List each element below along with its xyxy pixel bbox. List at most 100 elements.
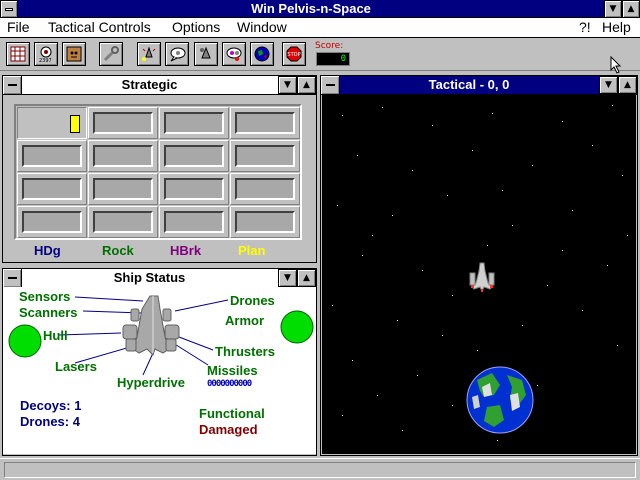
ship-status-panel: Sensors Scanners Hull Lasers Hyperdrive …: [3, 287, 316, 454]
player-position-marker: [70, 115, 80, 133]
calendar-tool-button[interactable]: 2397: [34, 42, 58, 66]
tactical-maximize-button[interactable]: ▲: [618, 76, 637, 94]
legend-hdg: HDg: [34, 243, 61, 258]
sector-cell[interactable]: [230, 173, 300, 205]
sensors-label: Sensors: [19, 289, 71, 304]
ship-status-maximize-button[interactable]: ▲: [297, 269, 316, 287]
score-value: 0: [316, 52, 350, 66]
app-title: Win Pelvis-n-Space: [251, 1, 371, 16]
menu-help[interactable]: Help: [602, 18, 631, 37]
planet-tool-button[interactable]: [250, 42, 274, 66]
ship-status-title: Ship Status: [113, 270, 186, 285]
menu-bar: File Tactical Controls Options Window ?!…: [0, 18, 640, 38]
minimize-icon: ▼: [284, 80, 291, 90]
drones-label: Drones: [230, 293, 275, 308]
drones-count: Drones: 4: [20, 414, 80, 429]
sector-cell-selected[interactable]: [17, 107, 87, 139]
legend-damaged: Damaged: [199, 422, 258, 437]
sector-cell[interactable]: [88, 173, 158, 205]
legend-functional: Functional: [199, 406, 265, 421]
sector-cell[interactable]: [17, 206, 87, 238]
system-menu-icon: [7, 277, 17, 279]
calendar-icon: 2397: [39, 46, 52, 63]
radar-tool-button[interactable]: [222, 42, 246, 66]
planet-icon: [466, 366, 534, 434]
system-menu-icon: [325, 84, 335, 86]
legend-hbrk: HBrk: [170, 243, 202, 258]
maximize-icon: ▲: [627, 4, 635, 14]
tactical-title: Tactical - 0, 0: [428, 77, 510, 92]
ship-status-title-bar[interactable]: Ship Status ▼ ▲: [3, 269, 316, 288]
sector-cell[interactable]: [159, 206, 229, 238]
lasers-label: Lasers: [55, 359, 97, 374]
strategic-grid[interactable]: [14, 104, 302, 240]
strategic-title-bar[interactable]: Strategic ▼ ▲: [3, 76, 316, 95]
sector-cell[interactable]: [17, 140, 87, 172]
tactical-minimize-button[interactable]: ▼: [599, 76, 618, 94]
minimize-button[interactable]: ▼: [604, 0, 622, 18]
menu-help-quick[interactable]: ?!: [579, 18, 591, 37]
tactical-space-view[interactable]: [322, 95, 636, 454]
svg-text:2397: 2397: [39, 58, 52, 63]
app-title-bar[interactable]: Win Pelvis-n-Space ▼ ▲: [0, 0, 640, 18]
scanners-label: Scanners: [19, 305, 78, 320]
sector-cell[interactable]: [159, 173, 229, 205]
hull-status-indicator: [8, 324, 42, 358]
sector-cell[interactable]: [88, 140, 158, 172]
speech-tool-button[interactable]: [165, 42, 189, 66]
maximize-icon: ▲: [624, 80, 631, 90]
stop-tool-button[interactable]: STOP: [282, 42, 306, 66]
grid-tool-button[interactable]: [6, 42, 30, 66]
thrusters-label: Thrusters: [215, 344, 275, 359]
sector-cell[interactable]: [17, 173, 87, 205]
sector-cell[interactable]: [159, 140, 229, 172]
missiles-label: Missiles: [207, 363, 258, 378]
planet-icon: [254, 46, 270, 62]
strategic-minimize-button[interactable]: ▼: [278, 76, 297, 94]
strategic-maximize-button[interactable]: ▲: [297, 76, 316, 94]
stop-icon: STOP: [286, 46, 302, 62]
hyperdrive-label: Hyperdrive: [117, 375, 185, 390]
wrench-icon: [103, 46, 119, 62]
system-menu-icon: [7, 84, 17, 86]
monster-tool-button[interactable]: [62, 42, 86, 66]
sector-cell[interactable]: [88, 107, 158, 139]
minimize-icon: ▼: [609, 4, 617, 14]
menu-tactical-controls[interactable]: Tactical Controls: [48, 18, 151, 37]
system-menu-button[interactable]: [0, 0, 18, 18]
menu-options[interactable]: Options: [172, 18, 220, 37]
missile-ammo-indicator: 0000000000: [207, 379, 252, 389]
score-label: Score:: [315, 41, 344, 51]
monster-icon: [66, 46, 82, 62]
ship-status-system-menu[interactable]: [3, 269, 22, 287]
menu-file[interactable]: File: [7, 18, 30, 37]
sector-cell[interactable]: [230, 107, 300, 139]
status-message-area: [4, 462, 636, 478]
grid-icon: [10, 46, 26, 62]
minimize-icon: ▼: [605, 80, 612, 90]
maximize-button[interactable]: ▲: [622, 0, 640, 18]
decoys-count: Decoys: 1: [20, 398, 82, 413]
toolbar: 2397 STOP Score: 0: [0, 39, 640, 71]
svg-text:STOP: STOP: [287, 52, 300, 58]
legend-plan: Plan: [238, 243, 266, 258]
mouse-cursor-icon: [610, 56, 622, 74]
sector-cell[interactable]: [159, 107, 229, 139]
menu-window[interactable]: Window: [237, 18, 287, 37]
ship-schematic-icon: [122, 295, 180, 356]
sector-cell[interactable]: [88, 206, 158, 238]
tactical-title-bar[interactable]: Tactical - 0, 0 ▼ ▲: [321, 76, 637, 95]
move-tool-button[interactable]: [194, 42, 218, 66]
sector-cell[interactable]: [230, 206, 300, 238]
armor-label: Armor: [225, 313, 265, 328]
sector-cell[interactable]: [230, 140, 300, 172]
strategic-system-menu[interactable]: [3, 76, 22, 94]
player-ship-icon: [469, 262, 495, 293]
strategic-title: Strategic: [121, 77, 178, 92]
tactical-system-menu[interactable]: [321, 76, 340, 94]
wrench-tool-button[interactable]: [99, 42, 123, 66]
ship-star-tool-button[interactable]: [137, 42, 161, 66]
ship-status-minimize-button[interactable]: ▼: [278, 269, 297, 287]
starfield: [332, 105, 628, 441]
ship-star-icon: [142, 46, 156, 61]
